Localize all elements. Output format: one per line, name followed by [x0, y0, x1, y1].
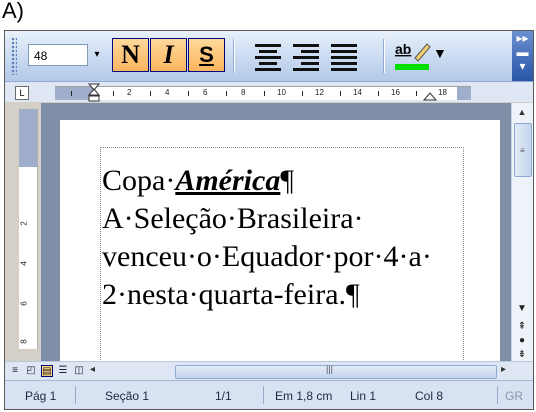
ruler-label: 18: [438, 88, 447, 97]
font-size-input[interactable]: 48: [28, 44, 88, 66]
document-text[interactable]: Copa·América¶ A·Seleção·Brasileira· venc…: [102, 162, 511, 314]
ruler-label: 6: [203, 88, 208, 97]
highlight-letters: ab: [395, 41, 411, 57]
bold-button[interactable]: N: [112, 38, 149, 72]
ruler-label: 2: [127, 88, 132, 97]
next-page-icon[interactable]: ⇟: [512, 349, 532, 360]
scroll-left-icon[interactable]: ◂: [90, 364, 95, 375]
vertical-scrollbar[interactable]: ▲ ≡ ▼ ⇞ ● ⇟: [511, 103, 533, 361]
align-right-icon[interactable]: [291, 41, 321, 71]
toolbar-grip[interactable]: [11, 37, 17, 75]
web-view-icon[interactable]: ◰: [25, 365, 37, 377]
paragraph-mark: ¶: [346, 278, 360, 311]
align-center-icon[interactable]: [253, 41, 283, 71]
vertical-ruler: 2 4 6 8: [19, 109, 38, 349]
horizontal-scroll-thumb[interactable]: |||: [175, 364, 497, 379]
document-line: venceu·o·Equador·por·4·a·: [102, 240, 432, 273]
word-window: 48 ▾ N I S ab ▼ ▸▸ ▬ ▾ L 2 4 6 8 10 12 1…: [4, 30, 534, 410]
status-bar: Pág 1 Seção 1 1/1 Em 1,8 cm Lin 1 Col 8 …: [5, 380, 533, 409]
ruler-strip: 2 4 6 8 10 12 14 16 18: [55, 83, 471, 103]
ruler-label: 10: [277, 88, 286, 97]
status-page: Pág 1: [25, 389, 57, 403]
print-layout-icon[interactable]: ▤: [41, 365, 53, 377]
italic-button[interactable]: I: [150, 38, 187, 72]
browse-object-icon[interactable]: ●: [512, 335, 532, 346]
status-column: Col 8: [415, 389, 444, 403]
line-text: 2·nesta·quarta-feira.: [102, 278, 347, 311]
ruler-label: 8: [241, 88, 246, 97]
previous-page-icon[interactable]: ⇞: [512, 321, 532, 332]
formatting-toolbar: 48 ▾ N I S ab ▼ ▸▸ ▬ ▾: [5, 31, 533, 82]
status-line: Lin 1: [350, 389, 377, 403]
document-line: Copa·América¶: [102, 162, 511, 200]
view-bar: ≡ ◰ ▤ ☰ ◫ ◂ ||| ▸: [5, 361, 533, 380]
reading-view-icon[interactable]: ◫: [73, 365, 85, 377]
ruler-label: 8: [19, 339, 29, 344]
tab-selector-button[interactable]: L: [15, 86, 29, 100]
ruler-label: 14: [353, 88, 362, 97]
paragraph-mark: ¶: [280, 164, 294, 197]
highlight-icon[interactable]: ab: [393, 38, 431, 72]
ruler-label: 2: [19, 221, 29, 226]
status-section: Seção 1: [105, 389, 150, 403]
scroll-down-icon[interactable]: ▼: [512, 303, 532, 314]
toolbar-options-button[interactable]: ▸▸ ▬ ▾: [512, 31, 533, 81]
normal-view-icon[interactable]: ≡: [9, 365, 21, 377]
figure-label: A): [2, 0, 24, 23]
ruler-label: 16: [391, 88, 400, 97]
toolbar-separator: [233, 39, 235, 73]
status-page-count: 1/1: [215, 389, 232, 403]
status-gr: GR: [505, 389, 523, 403]
emphasized-word: América: [175, 164, 281, 197]
outline-view-icon[interactable]: ☰: [57, 365, 69, 377]
ruler-label: 12: [315, 88, 324, 97]
ruler-label: 4: [19, 261, 29, 266]
justify-icon[interactable]: [329, 41, 359, 71]
line-text: Copa·: [102, 164, 176, 197]
ruler-label: 6: [19, 301, 29, 306]
document-area: Copa·América¶ A·Seleção·Brasileira· venc…: [41, 103, 511, 361]
right-indent-marker-icon[interactable]: [423, 91, 437, 101]
scroll-up-icon[interactable]: ▲: [512, 103, 532, 121]
toolbar-separator: [383, 39, 385, 73]
horizontal-ruler: L 2 4 6 8 10 12 14 16 18: [5, 82, 533, 102]
status-position: Em 1,8 cm: [275, 389, 333, 403]
document-line: A·Seleção·Brasileira·: [102, 202, 364, 235]
chevron-down-icon[interactable]: ▾: [90, 44, 104, 66]
document-line: 2·nesta·quarta-feira.¶: [102, 276, 511, 314]
vertical-scroll-thumb[interactable]: ≡: [514, 123, 532, 177]
chevron-down-icon[interactable]: ▼: [433, 45, 447, 61]
indent-marker-icon[interactable]: [88, 83, 100, 103]
document-page[interactable]: Copa·América¶ A·Seleção·Brasileira· venc…: [60, 120, 500, 361]
ruler-label: 4: [165, 88, 170, 97]
shadow-button[interactable]: S: [188, 38, 225, 72]
scroll-right-icon[interactable]: ▸: [501, 364, 506, 375]
